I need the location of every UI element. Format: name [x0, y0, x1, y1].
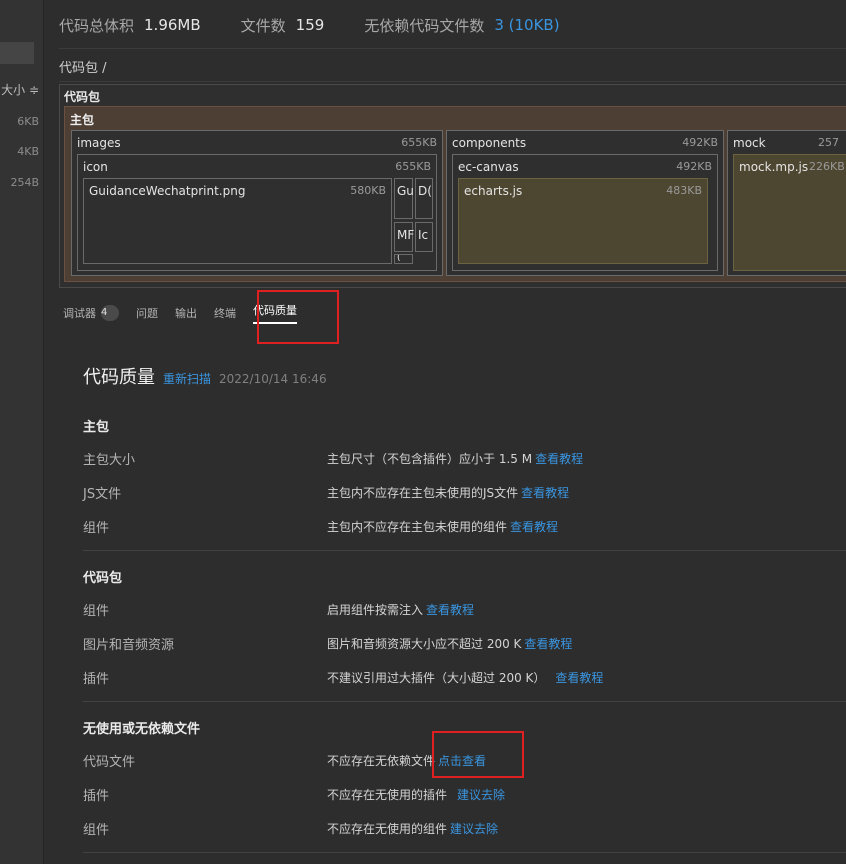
left-file-panel: 大小 ≑ 6KB 4KB 254B	[0, 0, 44, 864]
breadcrumb[interactable]: 代码包 /	[59, 57, 107, 76]
rescan-link[interactable]: 重新扫描	[163, 370, 211, 387]
row-key: JS文件	[83, 487, 122, 502]
row-value: 不应存在无使用的插件 建议去除	[327, 788, 506, 802]
row-value: 不应存在无使用的组件 建议去除	[327, 822, 499, 836]
tutorial-link[interactable]: 查看教程	[555, 671, 603, 685]
debugger-count-badge: 4	[101, 305, 119, 321]
code-quality-header: 代码质量 重新扫描 2022/10/14 16:46	[83, 363, 327, 389]
file-count-label: 文件数	[240, 16, 286, 35]
row-value: 主包内不应存在主包未使用的JS文件 查看教程	[327, 486, 570, 500]
suggest-remove-link[interactable]: 建议去除	[450, 822, 498, 836]
row-key: 组件	[83, 604, 110, 619]
left-size-3: 254B	[10, 176, 39, 189]
package-treemap: 代码包 主包 images 655KB icon 655KB GuidanceW…	[59, 84, 846, 288]
divider	[83, 550, 846, 551]
treemap-small-tile[interactable]: Gu	[394, 178, 414, 219]
left-selected-row[interactable]	[0, 42, 34, 64]
treemap-main-package[interactable]: 主包 images 655KB icon 655KB GuidanceWecha…	[64, 106, 846, 282]
divider	[83, 852, 846, 853]
section-main-heading: 主包	[83, 420, 110, 435]
highlight-box-view-link	[432, 731, 524, 778]
tutorial-link[interactable]: 查看教程	[521, 486, 569, 500]
row-key: 组件	[83, 823, 110, 838]
left-size-1: 6KB	[17, 115, 39, 128]
tutorial-link[interactable]: 查看教程	[510, 520, 558, 534]
scan-timestamp: 2022/10/14 16:46	[219, 372, 327, 386]
row-value: 启用组件按需注入 查看教程	[327, 603, 475, 617]
divider	[83, 701, 846, 702]
guidance-name: GuidanceWechatprint.png	[89, 184, 246, 198]
treemap-components[interactable]: components 492KB ec-canvas 492KB echarts…	[446, 130, 724, 276]
echarts-size: 483KB	[666, 184, 702, 197]
main-package-label: 主包	[70, 113, 95, 127]
treemap-mock[interactable]: mock 257 mock.mp.js 226KB	[727, 130, 846, 276]
icon-name: icon	[83, 160, 108, 174]
treemap-ec-canvas[interactable]: ec-canvas 492KB echarts.js 483KB	[452, 154, 718, 271]
total-size-label: 代码总体积	[59, 16, 135, 35]
nodep-files-label: 无依赖代码文件数	[364, 16, 485, 35]
tutorial-link[interactable]: 查看教程	[426, 603, 474, 617]
tab-debugger[interactable]: 调试器 4	[63, 302, 119, 324]
row-key: 组件	[83, 521, 110, 536]
mock-file-name: mock.mp.js	[739, 160, 809, 174]
nodep-files-link[interactable]: 3 (10KB)	[494, 16, 559, 34]
row-key: 插件	[83, 789, 110, 804]
row-key: 图片和音频资源	[83, 638, 175, 653]
tab-output[interactable]: 输出	[175, 302, 197, 324]
components-size: 492KB	[682, 136, 718, 149]
file-count-value: 159	[295, 16, 325, 34]
treemap-icon[interactable]: icon 655KB GuidanceWechatprint.png 580KB…	[77, 154, 437, 271]
row-value: 图片和音频资源大小应不超过 200 K 查看教程	[327, 637, 573, 651]
divider	[59, 48, 846, 49]
mock-name: mock	[733, 136, 766, 150]
treemap-root-label: 代码包	[64, 90, 101, 104]
mock-file-size: 226KB	[809, 160, 845, 173]
row-value: 主包尺寸（不包含插件）应小于 1.5 M 查看教程	[327, 452, 584, 466]
tutorial-link[interactable]: 查看教程	[524, 637, 572, 651]
ec-canvas-size: 492KB	[676, 160, 712, 173]
sort-by-size[interactable]: 大小 ≑	[0, 81, 43, 98]
treemap-small-tile[interactable]: Ic	[415, 222, 433, 252]
divider	[59, 81, 846, 82]
treemap-small-tile[interactable]: (	[394, 254, 413, 264]
mock-size: 257	[818, 136, 839, 149]
images-name: images	[77, 136, 121, 150]
tab-terminal[interactable]: 终端	[214, 302, 236, 324]
treemap-mock-file[interactable]: mock.mp.js 226KB	[733, 154, 846, 271]
icon-size: 655KB	[395, 160, 431, 173]
section-unused-heading: 无使用或无依赖文件	[83, 722, 201, 737]
row-value: 不建议引用过大插件（大小超过 200 K） 查看教程	[327, 671, 604, 685]
code-stats: 代码总体积 1.96MB 文件数 159 无依赖代码文件数 3 (10KB)	[59, 14, 560, 36]
left-size-2: 4KB	[17, 145, 39, 158]
components-name: components	[452, 136, 527, 150]
treemap-small-tile[interactable]: MF	[394, 222, 414, 252]
code-quality-title: 代码质量	[83, 367, 155, 388]
section-package-heading: 代码包	[83, 571, 123, 586]
images-size: 655KB	[401, 136, 437, 149]
treemap-images[interactable]: images 655KB icon 655KB GuidanceWechatpr…	[71, 130, 443, 276]
tab-issues[interactable]: 问题	[136, 302, 158, 324]
treemap-small-tile[interactable]: D(	[415, 178, 433, 219]
tutorial-link[interactable]: 查看教程	[535, 452, 583, 466]
row-key: 插件	[83, 672, 110, 687]
total-size-value: 1.96MB	[144, 16, 201, 34]
row-value: 主包内不应存在主包未使用的组件 查看教程	[327, 520, 559, 534]
row-key: 代码文件	[83, 755, 136, 770]
highlight-box-tab	[257, 290, 339, 344]
suggest-remove-link[interactable]: 建议去除	[457, 788, 505, 802]
echarts-name: echarts.js	[464, 184, 523, 198]
treemap-echarts-file[interactable]: echarts.js 483KB	[458, 178, 708, 264]
row-key: 主包大小	[83, 453, 136, 468]
ec-canvas-name: ec-canvas	[458, 160, 519, 174]
treemap-guidance-file[interactable]: GuidanceWechatprint.png 580KB	[83, 178, 392, 264]
guidance-size: 580KB	[350, 184, 386, 197]
